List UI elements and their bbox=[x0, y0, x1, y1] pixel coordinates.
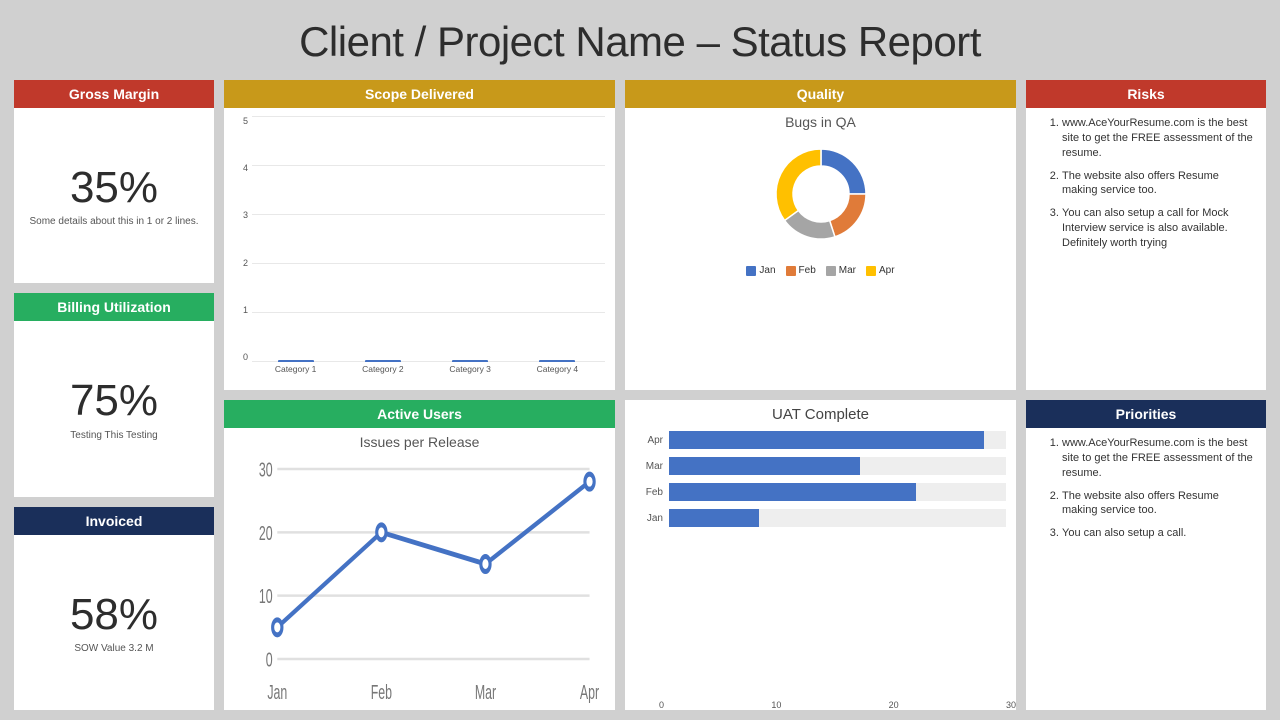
invoiced-card: Invoiced 58% SOW Value 3.2 M bbox=[14, 507, 214, 710]
priority-item: You can also setup a call. bbox=[1062, 526, 1256, 541]
priorities-card: Priorities www.AceYourResume.com is the … bbox=[1026, 400, 1266, 710]
quality-chart-title: Bugs in QA bbox=[785, 114, 856, 130]
legend-color bbox=[786, 266, 796, 276]
billing-header: Billing Utilization bbox=[14, 293, 214, 321]
svg-text:30: 30 bbox=[259, 458, 273, 481]
legend-label: Apr bbox=[879, 265, 895, 276]
uat-bar-bg bbox=[669, 457, 1006, 475]
uat-inner: UAT Complete Apr Mar Feb Jan 0 10 20 30 bbox=[625, 400, 1016, 710]
uat-bar-bg bbox=[669, 431, 1006, 449]
legend-label: Feb bbox=[799, 265, 816, 276]
uat-row-label: Jan bbox=[635, 513, 663, 524]
billing-body: 75% Testing This Testing bbox=[14, 321, 214, 496]
svg-text:Mar: Mar bbox=[475, 681, 497, 704]
uat-row-label: Apr bbox=[635, 435, 663, 446]
priority-item: The website also offers Resume making se… bbox=[1062, 489, 1256, 519]
donut-chart bbox=[761, 134, 881, 259]
gross-margin-value: 35% bbox=[70, 164, 158, 212]
active-users-header: Active Users bbox=[224, 400, 615, 428]
uat-row: Jan bbox=[635, 509, 1006, 527]
gross-margin-card: Gross Margin 35% Some details about this… bbox=[14, 80, 214, 283]
scope-header: Scope Delivered bbox=[224, 80, 615, 108]
scope-delivered-card: Scope Delivered 543210 bbox=[224, 80, 615, 390]
uat-x-label: 20 bbox=[889, 700, 899, 710]
donut-svg bbox=[761, 134, 881, 254]
quality-header: Quality bbox=[625, 80, 1016, 108]
priorities-header: Priorities bbox=[1026, 400, 1266, 428]
legend-item: Jan bbox=[746, 265, 775, 276]
legend-item: Mar bbox=[826, 265, 856, 276]
quality-chart-body: Bugs in QA Jan Feb Mar Apr bbox=[625, 108, 1016, 390]
invoiced-header: Invoiced bbox=[14, 507, 214, 535]
uat-bar-fill bbox=[669, 457, 860, 475]
line-chart-wrap: 0 10 20 30 Jan Feb Mar Apr bbox=[234, 454, 605, 704]
donut-legend: Jan Feb Mar Apr bbox=[746, 265, 894, 276]
invoiced-body: 58% SOW Value 3.2 M bbox=[14, 535, 214, 710]
uat-x-axis: 0 10 20 30 bbox=[625, 698, 1016, 710]
uat-row: Mar bbox=[635, 457, 1006, 475]
legend-color bbox=[826, 266, 836, 276]
uat-row-label: Mar bbox=[635, 461, 663, 472]
invoiced-value: 58% bbox=[70, 591, 158, 639]
legend-item: Apr bbox=[866, 265, 895, 276]
svg-text:Apr: Apr bbox=[580, 681, 600, 704]
dashboard: Gross Margin 35% Some details about this… bbox=[0, 80, 1280, 720]
quality-card: Quality Bugs in QA Jan Feb Mar Apr bbox=[625, 80, 1016, 390]
legend-color bbox=[746, 266, 756, 276]
uat-x-label: 0 bbox=[659, 700, 664, 710]
uat-bar-fill bbox=[669, 509, 759, 527]
scope-chart-body: 543210 Category 1Category 2Catego bbox=[224, 108, 615, 390]
svg-text:Feb: Feb bbox=[371, 681, 392, 704]
uat-bar-fill bbox=[669, 483, 916, 501]
billing-value: 75% bbox=[70, 377, 158, 425]
uat-card: UAT Complete Apr Mar Feb Jan 0 10 20 30 bbox=[625, 400, 1016, 710]
uat-x-label: 10 bbox=[771, 700, 781, 710]
risk-item: www.AceYourResume.com is the best site t… bbox=[1062, 116, 1256, 161]
billing-card: Billing Utilization 75% Testing This Tes… bbox=[14, 293, 214, 496]
active-users-card: Active Users Issues per Release 0 10 20 … bbox=[224, 400, 615, 710]
active-users-title: Issues per Release bbox=[234, 434, 605, 450]
svg-text:Jan: Jan bbox=[267, 681, 287, 704]
uat-bar-bg bbox=[669, 509, 1006, 527]
risk-item: You can also setup a call for Mock Inter… bbox=[1062, 206, 1256, 251]
gross-margin-header: Gross Margin bbox=[14, 80, 214, 108]
billing-detail: Testing This Testing bbox=[70, 430, 157, 441]
uat-bars-wrap: Apr Mar Feb Jan bbox=[625, 427, 1016, 698]
page-title: Client / Project Name – Status Report bbox=[0, 0, 1280, 80]
svg-text:10: 10 bbox=[259, 585, 273, 608]
svg-text:0: 0 bbox=[266, 648, 273, 671]
invoiced-detail: SOW Value 3.2 M bbox=[74, 643, 153, 654]
scope-bar-chart: 543210 Category 1Category 2Catego bbox=[234, 114, 605, 384]
line-chart-svg: 0 10 20 30 Jan Feb Mar Apr bbox=[234, 454, 605, 704]
uat-row: Feb bbox=[635, 483, 1006, 501]
uat-row: Apr bbox=[635, 431, 1006, 449]
legend-label: Jan bbox=[759, 265, 775, 276]
risks-card: Risks www.AceYourResume.com is the best … bbox=[1026, 80, 1266, 390]
right-column: Risks www.AceYourResume.com is the best … bbox=[1026, 80, 1266, 710]
priority-item: www.AceYourResume.com is the best site t… bbox=[1062, 436, 1256, 481]
uat-bar-bg bbox=[669, 483, 1006, 501]
uat-title: UAT Complete bbox=[625, 400, 1016, 423]
legend-label: Mar bbox=[839, 265, 856, 276]
uat-row-label: Feb bbox=[635, 487, 663, 498]
legend-item: Feb bbox=[786, 265, 816, 276]
uat-bar-fill bbox=[669, 431, 984, 449]
svg-text:20: 20 bbox=[259, 522, 273, 545]
gross-margin-body: 35% Some details about this in 1 or 2 li… bbox=[14, 108, 214, 283]
legend-color bbox=[866, 266, 876, 276]
risk-item: The website also offers Resume making se… bbox=[1062, 169, 1256, 199]
uat-x-labels: 0 10 20 30 bbox=[625, 698, 1016, 710]
risks-list: www.AceYourResume.com is the best site t… bbox=[1026, 108, 1266, 390]
priorities-list: www.AceYourResume.com is the best site t… bbox=[1026, 428, 1266, 710]
risks-header: Risks bbox=[1026, 80, 1266, 108]
kpi-column: Gross Margin 35% Some details about this… bbox=[14, 80, 214, 710]
active-users-chart-body: Issues per Release 0 10 20 30 Jan Feb Mar A… bbox=[224, 428, 615, 710]
uat-x-label: 30 bbox=[1006, 700, 1016, 710]
gross-margin-detail: Some details about this in 1 or 2 lines. bbox=[30, 216, 199, 227]
